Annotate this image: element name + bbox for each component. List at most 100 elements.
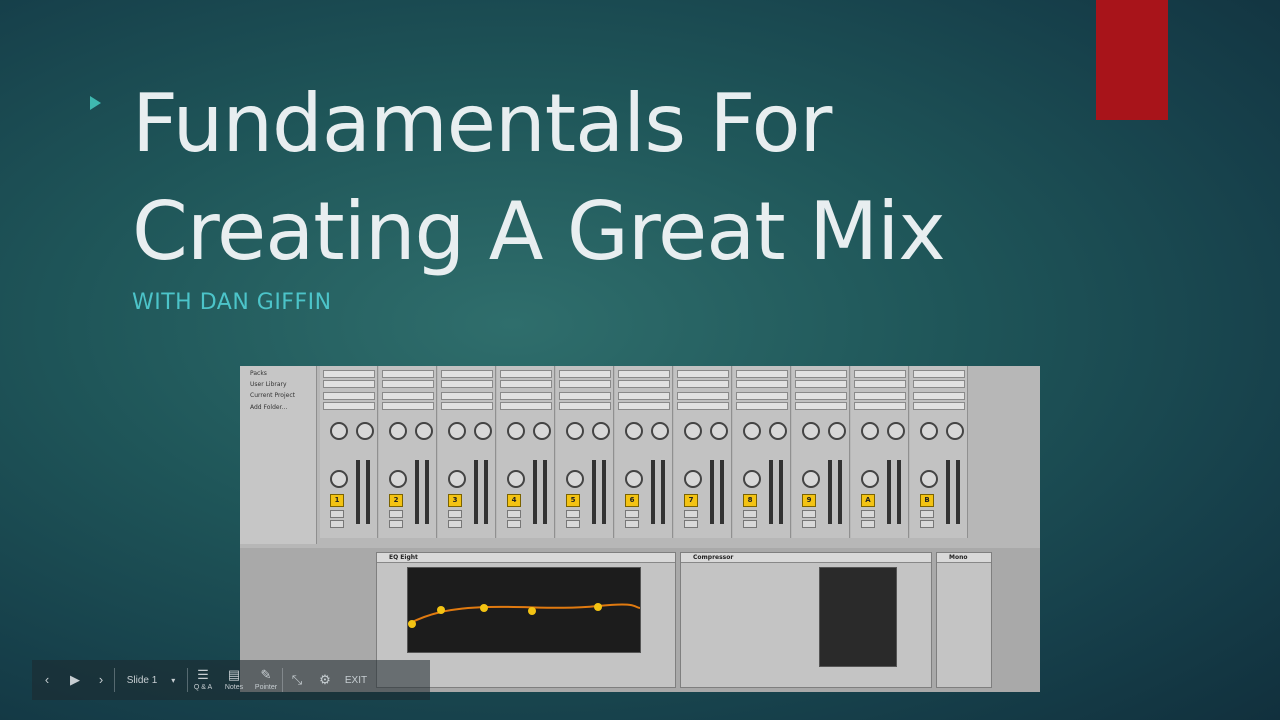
routing-dropdown[interactable] (795, 380, 847, 388)
routing-dropdown[interactable] (559, 380, 611, 388)
routing-dropdown[interactable] (677, 392, 729, 400)
routing-dropdown[interactable] (441, 380, 493, 388)
routing-dropdown[interactable] (441, 392, 493, 400)
routing-dropdown[interactable] (736, 370, 788, 378)
track-activator-button[interactable]: 9 (802, 494, 816, 507)
knob[interactable] (743, 470, 761, 488)
track-activator-button[interactable]: 3 (448, 494, 462, 507)
strip-button[interactable] (566, 510, 580, 518)
prev-slide-button[interactable]: ‹ (32, 673, 62, 687)
knob[interactable] (533, 422, 551, 440)
knob[interactable] (920, 470, 938, 488)
routing-dropdown[interactable] (500, 380, 552, 388)
routing-dropdown[interactable] (559, 392, 611, 400)
knob[interactable] (625, 470, 643, 488)
knob[interactable] (507, 422, 525, 440)
strip-button[interactable] (566, 520, 580, 528)
track-activator-button[interactable]: B (920, 494, 934, 507)
routing-dropdown[interactable] (736, 402, 788, 410)
knob[interactable] (625, 422, 643, 440)
routing-dropdown[interactable] (382, 370, 434, 378)
routing-dropdown[interactable] (382, 392, 434, 400)
knob[interactable] (415, 422, 433, 440)
strip-button[interactable] (507, 520, 521, 528)
knob[interactable] (743, 422, 761, 440)
knob[interactable] (828, 422, 846, 440)
routing-dropdown[interactable] (854, 370, 906, 378)
routing-dropdown[interactable] (913, 392, 965, 400)
knob[interactable] (330, 422, 348, 440)
strip-button[interactable] (389, 510, 403, 518)
play-button[interactable]: ▶ (62, 673, 88, 687)
track-activator-button[interactable]: 6 (625, 494, 639, 507)
routing-dropdown[interactable] (382, 402, 434, 410)
knob[interactable] (356, 422, 374, 440)
routing-dropdown[interactable] (913, 370, 965, 378)
knob[interactable] (592, 422, 610, 440)
strip-button[interactable] (743, 510, 757, 518)
track-activator-button[interactable]: 5 (566, 494, 580, 507)
strip-button[interactable] (802, 520, 816, 528)
routing-dropdown[interactable] (795, 402, 847, 410)
knob[interactable] (684, 470, 702, 488)
knob[interactable] (920, 422, 938, 440)
routing-dropdown[interactable] (854, 392, 906, 400)
routing-dropdown[interactable] (323, 380, 375, 388)
settings-button[interactable]: ⚙ (311, 673, 339, 687)
track-activator-button[interactable]: 1 (330, 494, 344, 507)
knob[interactable] (769, 422, 787, 440)
strip-button[interactable] (861, 520, 875, 528)
strip-button[interactable] (743, 520, 757, 528)
routing-dropdown[interactable] (677, 370, 729, 378)
notes-button[interactable]: ▤ Notes (218, 668, 250, 692)
track-activator-button[interactable]: 4 (507, 494, 521, 507)
knob[interactable] (474, 422, 492, 440)
pointer-button[interactable]: ✎ Pointer (250, 668, 282, 692)
routing-dropdown[interactable] (559, 370, 611, 378)
knob[interactable] (684, 422, 702, 440)
routing-dropdown[interactable] (500, 392, 552, 400)
routing-dropdown[interactable] (618, 370, 670, 378)
strip-button[interactable] (920, 510, 934, 518)
exit-button[interactable]: EXIT (339, 675, 373, 686)
routing-dropdown[interactable] (500, 402, 552, 410)
routing-dropdown[interactable] (500, 370, 552, 378)
strip-button[interactable] (802, 510, 816, 518)
routing-dropdown[interactable] (618, 392, 670, 400)
knob[interactable] (507, 470, 525, 488)
knob[interactable] (710, 422, 728, 440)
routing-dropdown[interactable] (677, 402, 729, 410)
strip-button[interactable] (330, 520, 344, 528)
knob[interactable] (651, 422, 669, 440)
fullscreen-exit-button[interactable]: ⤡ (283, 673, 311, 687)
slide-selector[interactable]: Slide 1 ▾ (115, 675, 187, 686)
routing-dropdown[interactable] (559, 402, 611, 410)
routing-dropdown[interactable] (736, 392, 788, 400)
strip-button[interactable] (448, 510, 462, 518)
strip-button[interactable] (625, 520, 639, 528)
knob[interactable] (566, 422, 584, 440)
routing-dropdown[interactable] (736, 380, 788, 388)
strip-button[interactable] (861, 510, 875, 518)
knob[interactable] (448, 470, 466, 488)
track-activator-button[interactable]: 2 (389, 494, 403, 507)
knob[interactable] (802, 470, 820, 488)
knob[interactable] (861, 422, 879, 440)
strip-button[interactable] (684, 510, 698, 518)
routing-dropdown[interactable] (323, 392, 375, 400)
routing-dropdown[interactable] (854, 380, 906, 388)
knob[interactable] (330, 470, 348, 488)
strip-button[interactable] (389, 520, 403, 528)
qa-button[interactable]: ☰ Q & A (188, 668, 218, 692)
knob[interactable] (389, 422, 407, 440)
routing-dropdown[interactable] (913, 402, 965, 410)
knob[interactable] (389, 470, 407, 488)
routing-dropdown[interactable] (382, 380, 434, 388)
routing-dropdown[interactable] (795, 392, 847, 400)
track-activator-button[interactable]: 8 (743, 494, 757, 507)
routing-dropdown[interactable] (441, 402, 493, 410)
next-slide-button[interactable]: › (88, 673, 114, 687)
routing-dropdown[interactable] (854, 402, 906, 410)
knob[interactable] (887, 422, 905, 440)
routing-dropdown[interactable] (618, 380, 670, 388)
